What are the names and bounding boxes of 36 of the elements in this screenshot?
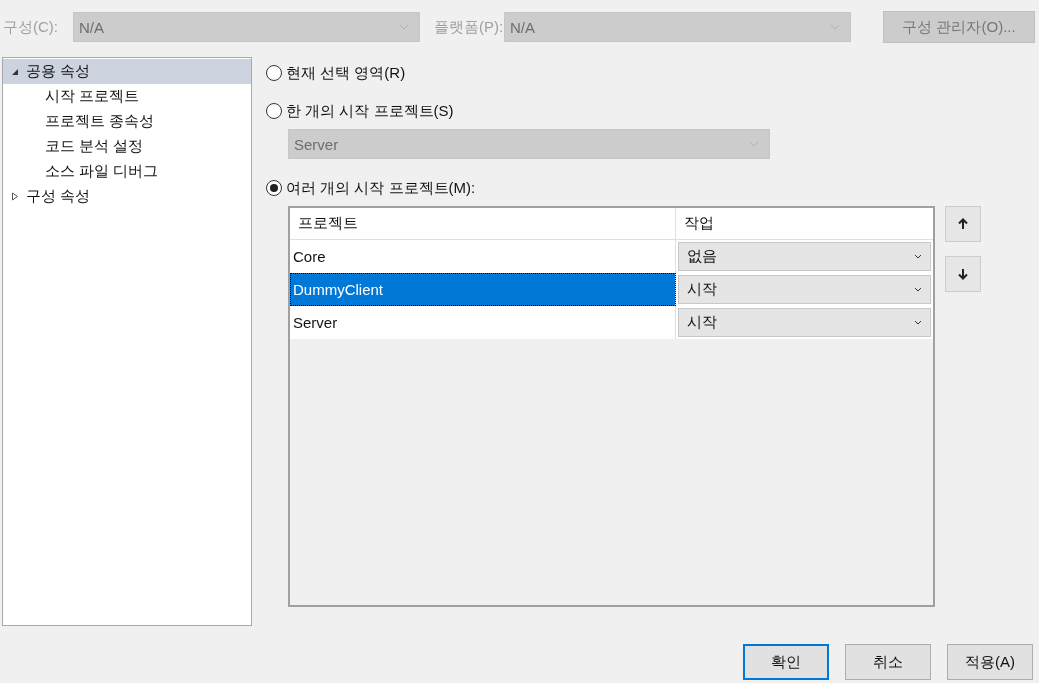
- chevron-down-icon: [399, 24, 409, 30]
- action-dropdown[interactable]: 없음: [678, 242, 931, 271]
- radio-selected-icon[interactable]: [266, 180, 282, 196]
- dialog-button[interactable]: 확인: [743, 644, 829, 680]
- chevron-down-icon: [914, 287, 922, 292]
- dialog-button[interactable]: 적용(A): [947, 644, 1033, 680]
- chevron-down-icon: [830, 24, 840, 30]
- tree-item[interactable]: 코드 분석 설정: [3, 134, 251, 159]
- configuration-label: 구성(C):: [3, 17, 59, 37]
- chevron-down-icon: [914, 254, 922, 259]
- chevron-down-icon: [749, 141, 759, 147]
- column-header[interactable]: 프로젝트: [290, 208, 676, 239]
- radio-option[interactable]: 현재 선택 영역(R): [266, 59, 406, 87]
- radio-option[interactable]: 여러 개의 시작 프로젝트(M):: [266, 174, 476, 202]
- move-down-button[interactable]: [945, 256, 981, 292]
- move-up-button[interactable]: [945, 206, 981, 242]
- expanded-triangle-icon[interactable]: [11, 67, 19, 76]
- project-cell[interactable]: DummyClient: [290, 273, 676, 306]
- tree-item[interactable]: 프로젝트 종속성: [3, 109, 251, 134]
- dialog-button[interactable]: 취소: [845, 644, 931, 680]
- radio-unselected-icon[interactable]: [266, 103, 282, 119]
- project-cell[interactable]: Server: [290, 306, 676, 339]
- tree-item[interactable]: 시작 프로젝트: [3, 84, 251, 109]
- column-header[interactable]: 작업: [676, 208, 933, 239]
- radio-option[interactable]: 한 개의 시작 프로젝트(S): [266, 97, 454, 125]
- arrow-up-icon: [958, 218, 968, 230]
- tree-item[interactable]: 소스 파일 디버그: [3, 159, 251, 184]
- radio-unselected-icon[interactable]: [266, 65, 282, 81]
- collapsed-triangle-icon[interactable]: [11, 192, 19, 201]
- platform-label: 플랫폼(P):: [434, 17, 504, 37]
- tree-item[interactable]: 공용 속성: [3, 59, 251, 84]
- tree-item[interactable]: 구성 속성: [3, 184, 251, 209]
- chevron-down-icon: [914, 320, 922, 325]
- action-dropdown[interactable]: 시작: [678, 308, 931, 337]
- action-dropdown[interactable]: 시작: [678, 275, 931, 304]
- arrow-down-icon: [958, 268, 968, 280]
